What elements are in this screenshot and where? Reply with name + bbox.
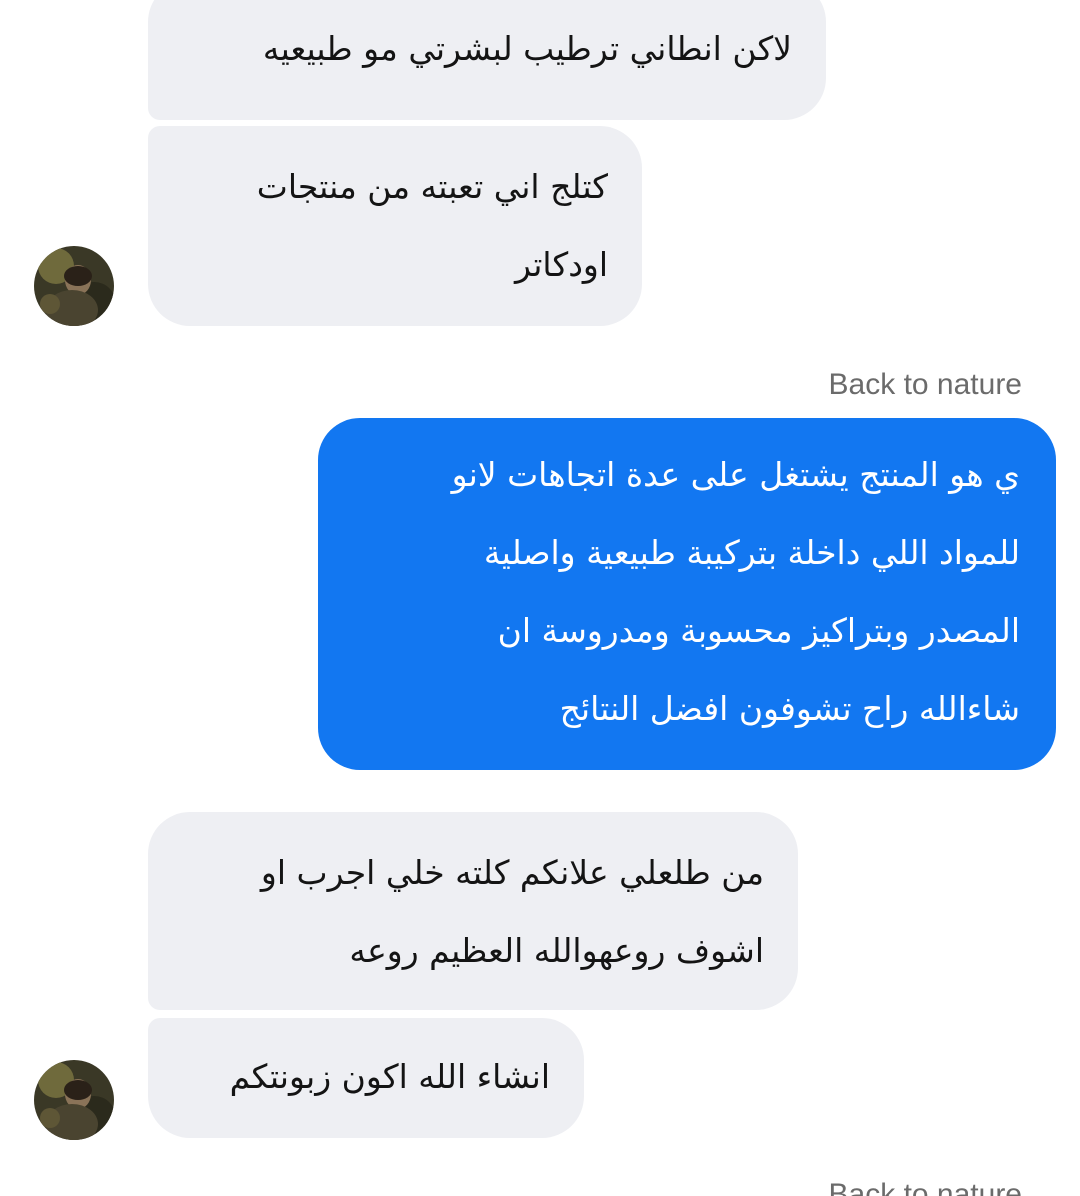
message-text: اشوف روعهوالله العظيم روعه bbox=[349, 931, 764, 970]
contact-avatar-icon[interactable] bbox=[34, 246, 114, 326]
message-text: شاءالله راح تشوفون افضل النتائج bbox=[559, 689, 1020, 728]
message-text: لاكن انطاني ترطيب لبشرتي مو طبيعيه bbox=[262, 29, 792, 68]
incoming-message-bubble[interactable]: انشاء الله اكون زبونتكم bbox=[148, 1018, 584, 1138]
message-text: للمواد اللي داخلة بتركيبة طبيعية واصلية bbox=[483, 533, 1020, 572]
sender-name-label: Back to nature bbox=[828, 1178, 1022, 1196]
incoming-message-bubble[interactable]: لاكن انطاني ترطيب لبشرتي مو طبيعيه bbox=[148, 0, 826, 120]
message-text: انشاء الله اكون زبونتكم bbox=[229, 1057, 550, 1096]
outgoing-message-bubble[interactable]: ي هو المنتج يشتغل على عدة اتجاهات لانو ل… bbox=[318, 418, 1056, 770]
sender-name-label: Back to nature bbox=[828, 368, 1022, 401]
message-text: اودكاتر bbox=[515, 245, 608, 284]
message-text: المصدر وبتراكيز محسوبة ومدروسة ان bbox=[497, 611, 1020, 650]
contact-avatar-icon[interactable] bbox=[34, 1060, 114, 1140]
message-text: ي هو المنتج يشتغل على عدة اتجاهات لانو bbox=[451, 455, 1020, 494]
incoming-message-bubble[interactable]: كتلج اني تعبته من منتجات اودكاتر bbox=[148, 126, 642, 326]
message-thread: لاكن انطاني ترطيب لبشرتي مو طبيعيه كتلج … bbox=[0, 0, 1080, 1196]
message-text: من طلعلي علانكم كلته خلي اجرب او bbox=[260, 853, 764, 892]
incoming-message-bubble[interactable]: من طلعلي علانكم كلته خلي اجرب او اشوف رو… bbox=[148, 812, 798, 1010]
message-text: كتلج اني تعبته من منتجات bbox=[256, 167, 608, 206]
